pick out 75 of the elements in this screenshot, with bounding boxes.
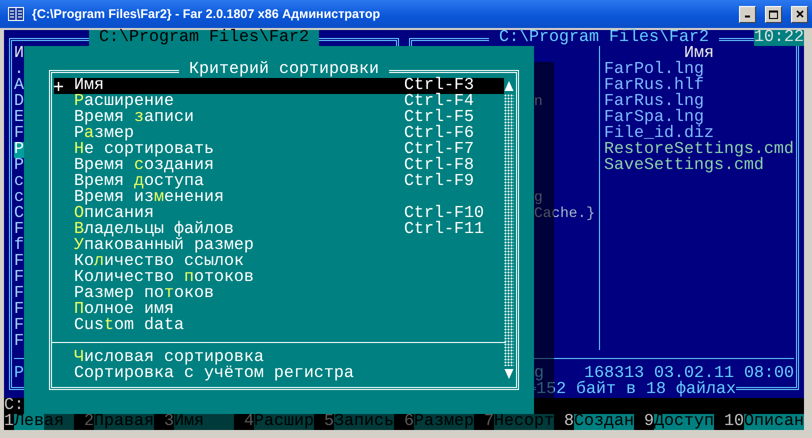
function-key[interactable]: 1Левая [4, 414, 74, 430]
file-name[interactable]: . [14, 62, 24, 78]
file-name[interactable]: F [14, 318, 24, 334]
shortcut-text: Ctrl-F7 [404, 142, 474, 158]
shortcut-text: Ctrl-F3 [404, 78, 474, 94]
file-name[interactable]: File_id.diz [604, 126, 714, 142]
file-name[interactable]: FarRus.hlf [604, 78, 704, 94]
file-info: 168313 03.02.11 08:00 [584, 366, 794, 382]
menu-item[interactable]: Сортировка с учётом регистра [54, 366, 504, 382]
close-button[interactable] [791, 6, 808, 22]
file-name[interactable]: F [14, 302, 24, 318]
summary-text: 152 байт в 18 файлах [536, 382, 736, 398]
file-name[interactable]: F [14, 126, 24, 142]
file-name[interactable]: P [14, 158, 24, 174]
panel-title: C:\Program Files\Far2 [89, 30, 319, 46]
file-name[interactable]: f [14, 238, 24, 254]
menu-item[interactable]: Размер Ctrl-F6 [54, 126, 504, 142]
plus-icon [54, 82, 63, 90]
file-name[interactable]: C [14, 206, 24, 222]
shortcut-text: Ctrl-F8 [404, 158, 474, 174]
file-name[interactable]: E [14, 110, 24, 126]
column-header: И [14, 46, 24, 62]
file-name[interactable]: A [14, 78, 24, 94]
maximize-icon [769, 10, 778, 18]
menu-item[interactable]: Время записи Ctrl-F5 [54, 110, 504, 126]
file-name[interactable]: FarPol.lng [604, 62, 704, 78]
file-name[interactable]: F [14, 222, 24, 238]
file-name[interactable]: F [14, 254, 24, 270]
menu-item[interactable]: Время изменения [54, 190, 504, 206]
panel-title: C:\Program Files\Far2 [489, 30, 719, 46]
file-name[interactable]: F [14, 286, 24, 302]
file-name[interactable]: FarRus.lng [604, 94, 704, 110]
column-header: Имя [684, 46, 714, 62]
file-name[interactable]: SaveSettings.cmd [604, 158, 764, 174]
file-name[interactable]: FarSpa.lng [604, 110, 704, 126]
menu-item[interactable]: Описания Ctrl-F10 [54, 206, 504, 222]
file-name[interactable]: RestoreSettings.cmd [604, 142, 794, 158]
menu-item[interactable]: Не сортировать Ctrl-F7 [54, 142, 504, 158]
shortcut-text: Ctrl-F9 [404, 174, 474, 190]
command-prompt[interactable]: C: [4, 398, 24, 414]
file-name[interactable]: F [14, 334, 24, 350]
status-text: P [14, 366, 24, 382]
window-title: {C:\Program Files\Far2} - Far 2.0.1807 x86 Администратор [32, 7, 382, 21]
menu-item[interactable]: Владельцы файлов Ctrl-F11 [54, 222, 504, 238]
shortcut-text: Ctrl-F10 [404, 206, 484, 222]
file-name[interactable]: c [14, 174, 24, 190]
minimize-button[interactable] [739, 6, 756, 22]
shortcut-text: Ctrl-F5 [404, 110, 474, 126]
menu-item[interactable]: Время создания Ctrl-F8 [54, 158, 504, 174]
clock: 10:22 [754, 30, 804, 46]
menu-item[interactable]: Количество ссылок [54, 254, 504, 270]
menu-item[interactable]: Расширение Ctrl-F4 [54, 94, 504, 110]
file-name[interactable]: D [14, 94, 24, 110]
status-text: g [534, 366, 544, 382]
menu-item[interactable]: Количество потоков [54, 270, 504, 286]
panels-icon [8, 7, 24, 21]
maximize-button[interactable] [765, 6, 782, 22]
shortcut-text: Ctrl-F6 [404, 126, 474, 142]
dialog-title: Критерий сортировки [179, 62, 389, 78]
menu-item[interactable]: Размер потоков [54, 286, 504, 302]
shortcut-text: Ctrl-F11 [404, 222, 484, 238]
file-name[interactable]: c [14, 190, 24, 206]
menu-item[interactable]: Имя Ctrl-F3 [54, 78, 504, 94]
menu-item[interactable]: Custom data [54, 318, 504, 334]
menu-item[interactable]: Время доступа Ctrl-F9 [54, 174, 504, 190]
close-icon [796, 10, 804, 18]
menu-item[interactable]: Числовая сортировка [54, 350, 504, 366]
menu-item[interactable]: Упакованный размер [54, 238, 504, 254]
function-key[interactable]: 8Создан [564, 414, 634, 430]
file-name[interactable]: F [14, 270, 24, 286]
shortcut-text: Ctrl-F4 [404, 94, 474, 110]
function-key[interactable]: 10Описан [724, 414, 804, 430]
menu-item[interactable]: Полное имя [54, 302, 504, 318]
function-key[interactable]: 9Доступ [644, 414, 714, 430]
file-name[interactable]: Cache.} [534, 206, 595, 222]
